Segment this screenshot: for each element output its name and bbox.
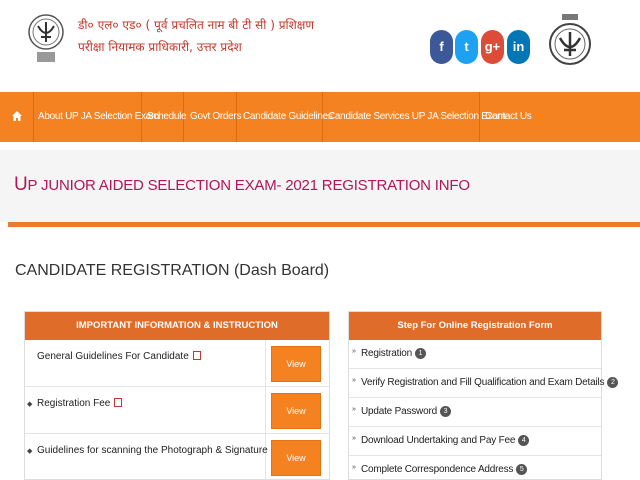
info-row: ◆ Registration Fee View [25, 387, 329, 434]
home-icon[interactable] [0, 92, 34, 142]
section-title: CANDIDATE REGISTRATION (Dash Board) [15, 262, 330, 279]
bullet-icon: ◆ [27, 448, 33, 455]
nav-candidate-guidelines[interactable]: Candidate Guidelines [237, 92, 333, 142]
up-government-emblem [549, 14, 591, 65]
steps-panel-heading: Step For Online Registration Form [349, 312, 601, 340]
site-header: डी० एल० एड० ( पूर्व प्रचलित नाम बी टी सी… [0, 0, 640, 92]
step-number-badge: 4 [518, 435, 530, 446]
step-row[interactable]: » Registration 1 [349, 340, 601, 369]
page-title-initial: U [14, 174, 28, 195]
bullet-icon: ◆ [27, 401, 33, 408]
step-number-badge: 3 [439, 406, 451, 417]
info-row: ◆ Guidelines for scanning the Photograph… [25, 434, 329, 480]
step-number-badge: 5 [516, 464, 528, 475]
main-navbar: About UP JA Selection Exam Schedule Govt… [0, 92, 640, 142]
pdf-icon[interactable] [114, 398, 123, 407]
nav-contact-us[interactable]: Contact Us [480, 92, 532, 142]
org-name-line2: परीक्षा नियामक प्राधिकारी, उत्तर प्रदेश [78, 40, 242, 54]
nav-candidate-services[interactable]: Candidate Services UP JA Selection Exam [323, 92, 506, 142]
linkedin-icon[interactable]: in [507, 30, 530, 64]
step-label[interactable]: Download Undertaking and Pay Fee 4 [361, 435, 530, 446]
info-row-label[interactable]: General Guidelines For Candidate [37, 350, 201, 362]
info-panel-heading: IMPORTANT INFORMATION & INSTRUCTION [25, 312, 329, 340]
step-label[interactable]: Verify Registration and Fill Qualificati… [361, 377, 619, 388]
view-button[interactable]: View [271, 393, 321, 429]
nav-about[interactable]: About UP JA Selection Exam [34, 92, 159, 142]
up-emblem-logo[interactable] [28, 10, 64, 68]
info-panel: IMPORTANT INFORMATION & INSTRUCTION Gene… [24, 311, 330, 480]
google-plus-icon[interactable]: g+ [481, 30, 504, 64]
twitter-icon[interactable]: t [455, 30, 478, 64]
info-row-label[interactable]: Registration Fee [37, 397, 123, 409]
step-row[interactable]: » Download Undertaking and Pay Fee 4 [349, 427, 601, 456]
step-number-badge: 1 [414, 348, 426, 359]
page-title: UP JUNIOR AIDED SELECTION EXAM- 2021 REG… [14, 174, 470, 196]
view-button[interactable]: View [271, 440, 321, 476]
title-divider [8, 222, 640, 227]
arrow-icon: » [352, 377, 356, 384]
step-row[interactable]: » Update Password 3 [349, 398, 601, 427]
step-label[interactable]: Complete Correspondence Address 5 [361, 464, 528, 475]
arrow-icon: » [352, 406, 356, 413]
steps-panel: Step For Online Registration Form » Regi… [348, 311, 619, 480]
page-title-rest: P JUNIOR AIDED SELECTION EXAM- 2021 REGI… [27, 177, 470, 194]
view-button[interactable]: View [271, 346, 321, 382]
step-label[interactable]: Registration 1 [361, 348, 426, 359]
info-row-label[interactable]: Guidelines for scanning the Photograph &… [37, 444, 280, 456]
nav-govt-orders[interactable]: Govt Orders [184, 92, 241, 142]
step-number-badge: 2 [607, 377, 619, 388]
step-row[interactable]: » Complete Correspondence Address 5 [349, 456, 601, 480]
org-name: डी० एल० एड० ( पूर्व प्रचलित नाम बी टी सी… [78, 14, 314, 58]
step-row[interactable]: » Verify Registration and Fill Qualifica… [349, 369, 619, 398]
arrow-icon: » [352, 348, 356, 355]
arrow-icon: » [352, 435, 356, 442]
info-row: General Guidelines For Candidate View [25, 340, 329, 387]
arrow-icon: » [352, 464, 356, 471]
step-label[interactable]: Update Password 3 [361, 406, 451, 417]
org-name-line1: डी० एल० एड० ( पूर्व प्रचलित नाम बी टी सी… [78, 18, 315, 32]
facebook-icon[interactable]: f [430, 30, 453, 64]
nav-schedule[interactable]: Schedule [142, 92, 187, 142]
pdf-icon[interactable] [192, 351, 201, 360]
